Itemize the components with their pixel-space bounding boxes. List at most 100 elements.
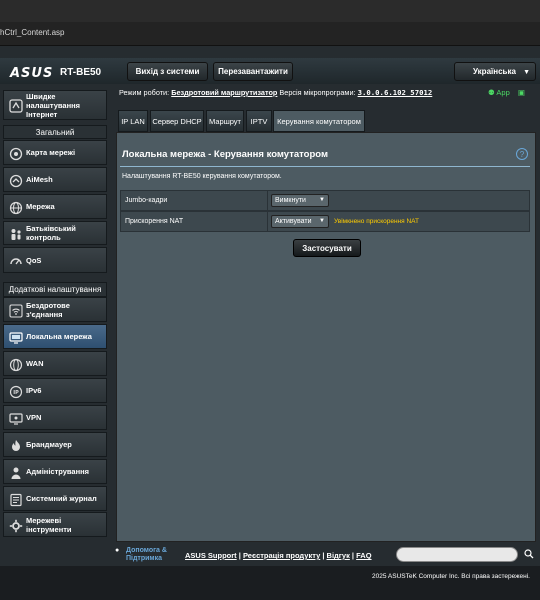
sidebar-item-lan[interactable]: Локальна мережа — [3, 324, 107, 349]
aimesh-icon — [8, 173, 23, 188]
admin-icon — [8, 465, 23, 480]
footer-links: ASUS Support | Реєстрація продукту | Від… — [185, 551, 372, 560]
sidebar-item-syslog[interactable]: Системний журнал — [3, 486, 107, 511]
sidebar-item-tools[interactable]: Мережеві інструменти — [3, 512, 107, 537]
tab-switch-control[interactable]: Керування комутатором — [273, 110, 365, 132]
nat-acceleration-label: Прискорення NAT — [125, 218, 184, 225]
help-support-icon: ● — [115, 547, 120, 554]
sidebar-item-label: AiMesh — [26, 175, 53, 184]
chevron-down-icon: ▼ — [523, 69, 530, 76]
apply-button[interactable]: Застосувати — [293, 239, 361, 257]
syslog-icon — [8, 492, 23, 507]
vpn-icon — [8, 411, 23, 426]
status-line: Режим роботи: Бездротовий маршрутизатор … — [119, 88, 432, 97]
sidebar-item-label: WAN — [26, 359, 44, 368]
sidebar-item-parental[interactable]: Батьківський контроль — [3, 221, 107, 245]
sidebar-item-network[interactable]: Мережа — [3, 194, 107, 219]
jumbo-frame-label: Jumbo-кадри — [125, 197, 168, 204]
nat-acceleration-note: Увімкнено прискорення NAT — [334, 218, 419, 225]
sidebar-item-label: Локальна мережа — [26, 332, 92, 341]
help-icon[interactable]: ? — [516, 148, 528, 160]
quick-setup-icon — [8, 98, 23, 113]
feedback-link[interactable]: Відгук — [327, 551, 350, 560]
sidebar-item-label: Мережеві інструменти — [26, 515, 72, 534]
general-section-header: Загальний — [3, 125, 107, 139]
qos-icon — [8, 253, 23, 268]
model-name: RT-BE50 — [60, 67, 102, 78]
wan-icon — [8, 357, 23, 372]
chevron-down-icon: ▼ — [319, 197, 325, 203]
search-input[interactable] — [396, 547, 518, 562]
sidebar-item-label: Карта мережі — [26, 148, 76, 157]
tab-route[interactable]: Маршрут — [206, 110, 244, 132]
notification-icon[interactable]: ▣ — [518, 88, 525, 97]
app-label: App — [496, 88, 510, 97]
language-value: Українська — [473, 67, 516, 76]
sidebar-item-label: Батьківський контроль — [26, 224, 76, 242]
sidebar-item-label: Брандмауер — [26, 440, 72, 449]
search-icon[interactable] — [522, 547, 536, 561]
sidebar-item-label: Системний журнал — [26, 494, 97, 503]
sidebar-item-wireless[interactable]: Бездротове з'єднання — [3, 297, 107, 322]
tools-icon — [8, 518, 23, 533]
jumbo-frame-value: Вимкнути — [275, 197, 306, 204]
sidebar-item-ipv6[interactable]: IP IPv6 — [3, 378, 107, 403]
sidebar-item-label: VPN — [26, 413, 42, 422]
sidebar-quick-setup[interactable]: Швидке налаштування Інтернет — [3, 90, 107, 120]
browser-tab-strip — [0, 0, 540, 22]
logout-button[interactable]: Вихід з системи — [127, 62, 208, 81]
sidebar-item-label: IPv6 — [26, 386, 42, 395]
sidebar-item-label: QoS — [26, 255, 42, 265]
asus-logo[interactable]: ASUS — [10, 66, 53, 81]
advanced-section-header: Додаткові налаштування — [3, 282, 107, 297]
faq-link[interactable]: FAQ — [356, 551, 371, 560]
mode-link[interactable]: Бездротовий маршрутизатор — [171, 88, 277, 97]
sidebar-item-label: Адміністрування — [26, 467, 90, 476]
fw-link[interactable]: 3.0.0.6.102_57012 — [358, 88, 433, 97]
address-bar[interactable]: hCtrl_Content.asp — [0, 22, 540, 46]
sidebar-item-wan[interactable]: WAN — [3, 351, 107, 376]
mode-label: Режим роботи: — [119, 88, 170, 97]
address-text: hCtrl_Content.asp — [0, 28, 65, 37]
sidebar-item-label: Мережа — [26, 202, 55, 211]
help-support-link[interactable]: Допомога & Підтримка — [126, 547, 180, 563]
page-description: Налаштування RT-BE50 керування комутатор… — [122, 173, 282, 180]
row-divider — [267, 212, 268, 231]
title-divider — [120, 166, 530, 167]
globe-icon — [8, 200, 23, 215]
sidebar-item-network-map[interactable]: Карта мережі — [3, 140, 107, 165]
jumbo-frame-row: Jumbo-кадри Вимкнути ▼ — [120, 190, 530, 211]
nat-acceleration-value: Активувати — [275, 218, 312, 225]
jumbo-frame-select[interactable]: Вимкнути ▼ — [271, 194, 329, 207]
parental-icon — [8, 226, 23, 241]
sidebar-item-admin[interactable]: Адміністрування — [3, 459, 107, 484]
lan-icon — [8, 330, 23, 345]
sidebar-item-firewall[interactable]: Брандмауер — [3, 432, 107, 457]
page-title: Локальна мережа - Керування комутатором — [122, 149, 328, 160]
copyright: 2025 ASUSTeK Computer Inc. Всі права зас… — [372, 573, 530, 580]
firewall-icon — [8, 438, 23, 453]
network-map-icon — [8, 146, 23, 161]
sidebar-item-aimesh[interactable]: AiMesh — [3, 167, 107, 192]
asus-support-link[interactable]: ASUS Support — [185, 551, 237, 560]
sidebar-item-qos[interactable]: QoS — [3, 247, 107, 273]
tab-ip-lan[interactable]: IP LAN — [118, 110, 148, 132]
reboot-button[interactable]: Перезавантажити — [213, 62, 293, 81]
language-select[interactable]: Українська ▼ — [454, 62, 536, 81]
wifi-icon — [8, 303, 23, 318]
product-registration-link[interactable]: Реєстрація продукту — [243, 551, 320, 560]
app-icon: ⚉ — [488, 88, 495, 97]
sidebar-item-label: Бездротове з'єднання — [26, 300, 70, 319]
nat-acceleration-select[interactable]: Активувати ▼ — [271, 215, 329, 228]
footer-bar — [0, 566, 540, 600]
svg-text:IP: IP — [13, 390, 19, 396]
sidebar-item-vpn[interactable]: VPN — [3, 405, 107, 430]
fw-label: Версія мікропрограми: — [279, 88, 356, 97]
tab-dhcp-server[interactable]: Сервер DHCP — [150, 110, 204, 132]
sidebar-item-label: Швидке налаштування Інтернет — [26, 91, 81, 119]
chevron-down-icon: ▼ — [319, 218, 325, 224]
tab-iptv[interactable]: IPTV — [246, 110, 272, 132]
ipv6-icon: IP — [8, 384, 23, 399]
row-divider — [267, 191, 268, 210]
app-status[interactable]: ⚉ App ▣ — [488, 88, 525, 97]
